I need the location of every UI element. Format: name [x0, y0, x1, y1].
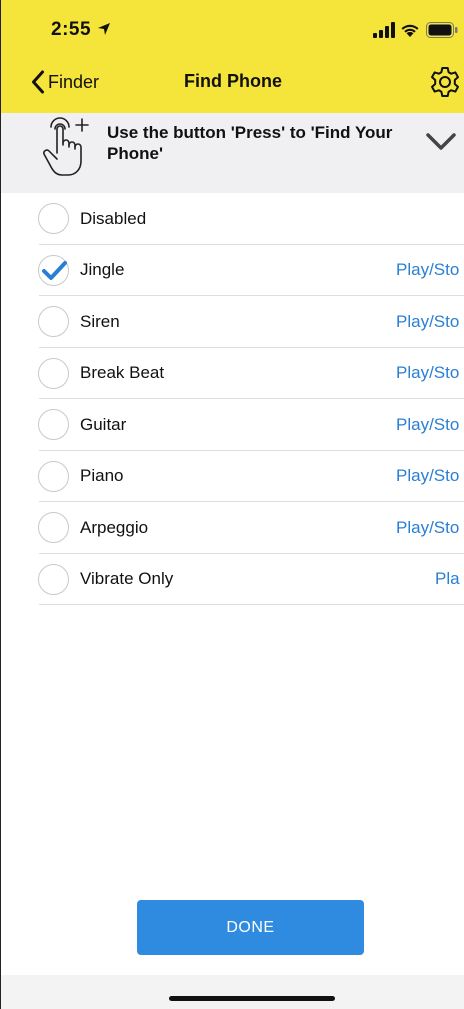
header: 2:55 Finder Find Phone [1, 0, 464, 113]
radio-button[interactable] [38, 306, 69, 338]
option-row[interactable]: Vibrate Only Pla [1, 554, 464, 606]
play-stop-link[interactable]: Play/Sto [396, 260, 459, 280]
option-label: Piano [80, 466, 124, 486]
option-row[interactable]: Piano Play/Sto [1, 451, 464, 503]
checkmark-icon [42, 260, 67, 280]
option-label: Jingle [80, 260, 125, 280]
navigation-bar: Finder Find Phone [1, 62, 464, 113]
play-stop-link[interactable]: Play/Sto [396, 518, 459, 538]
radio-button[interactable] [38, 409, 69, 441]
cellular-signal-icon [373, 22, 395, 38]
play-stop-link[interactable]: Play/Sto [396, 466, 459, 486]
radio-button[interactable] [38, 357, 69, 389]
bottom-bar [1, 975, 464, 1009]
wifi-icon [401, 24, 419, 37]
radio-button[interactable] [38, 563, 69, 595]
status-bar: 2:55 [1, 0, 464, 62]
find-phone-screen: 2:55 Finder Find Phone Use the button 'P… [0, 0, 464, 1009]
option-row[interactable]: Arpeggio Play/Sto [1, 502, 464, 554]
option-label: Guitar [80, 414, 127, 434]
radio-button[interactable] [38, 512, 69, 544]
option-label: Disabled [80, 208, 147, 228]
radio-button-checked[interactable] [38, 254, 69, 286]
chevron-down-icon[interactable] [424, 131, 458, 153]
option-row[interactable]: Disabled [1, 193, 464, 245]
option-label: Arpeggio [80, 517, 149, 537]
radio-button[interactable] [38, 203, 69, 235]
play-stop-link[interactable]: Play/Sto [396, 415, 459, 435]
option-label: Break Beat [80, 363, 165, 383]
home-indicator[interactable] [169, 996, 335, 1001]
option-label: Siren [80, 311, 120, 331]
play-stop-link[interactable]: Play/Sto [396, 312, 459, 332]
play-stop-link[interactable]: Pla [435, 569, 460, 589]
battery-icon [426, 22, 458, 38]
instruction-text: Use the button 'Press' to 'Find Your Pho… [107, 123, 393, 163]
option-row[interactable]: Siren Play/Sto [1, 296, 464, 348]
page-title: Find Phone [184, 71, 282, 91]
option-label: Vibrate Only [80, 569, 174, 589]
option-row[interactable]: Guitar Play/Sto [1, 399, 464, 451]
hand-tap-icon [43, 117, 89, 176]
radio-button[interactable] [38, 460, 69, 492]
sound-options-list: Disabled Jingle Play/Sto Siren Play/Sto … [1, 193, 464, 605]
play-stop-link[interactable]: Play/Sto [396, 363, 459, 383]
gear-icon[interactable] [428, 65, 462, 99]
option-row[interactable]: Jingle Play/Sto [1, 245, 464, 297]
location-arrow-icon [98, 23, 110, 35]
done-button[interactable]: DONE [137, 900, 364, 955]
option-row[interactable]: Break Beat Play/Sto [1, 348, 464, 400]
instruction-banner[interactable]: Use the button 'Press' to 'Find Your Pho… [1, 113, 464, 193]
status-time: 2:55 [51, 19, 92, 40]
